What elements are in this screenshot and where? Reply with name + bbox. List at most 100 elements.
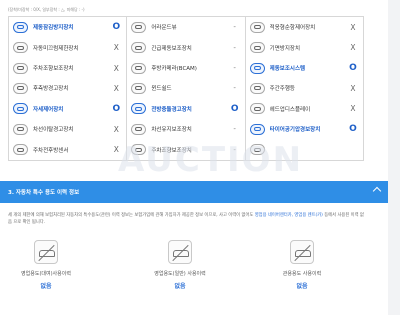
vehicle-history-page: (장착/미장착 : 0/X, 일부장착 : △, 미해당 : -) 제동잠김방지… — [0, 0, 400, 315]
general-vehicle-icon — [168, 240, 192, 264]
government-vehicle-icon — [290, 240, 314, 264]
cruise-control-icon — [131, 62, 147, 74]
option-row: 제동잠김방지장치 O — [9, 17, 126, 37]
option-label: 기면방지장치 — [269, 45, 301, 52]
tire-pressure-icon — [249, 123, 265, 135]
usage-value: 없음 — [174, 283, 186, 290]
option-row: 전방충돌경고장치 O — [127, 99, 244, 119]
option-row: 제동보조시스템 O — [246, 58, 363, 78]
option-status: X — [113, 43, 119, 53]
option-legend: (장착/미장착 : 0/X, 일부장착 : △, 미해당 : -) — [8, 7, 85, 12]
option-label: 제동잠김방지장치 — [33, 25, 74, 32]
option-row: 헤드업디스플레이 X — [246, 99, 363, 119]
airbag-icon — [131, 21, 147, 33]
option-status: - — [233, 64, 236, 73]
options-column: 적응형순항제어장치 X 기면방지장치 X 제동보조시스템 O 주간주행등 X 헤드업디스플레이 X… — [246, 17, 363, 160]
option-status: X — [113, 145, 119, 155]
options-column: 제동잠김방지장치 O 자동미끄럼제한장치 X 주차조향보조장치 X 후측방경고장치 X 자세제어… — [9, 17, 128, 160]
usage-label: 영업용도(일반) 사용이력 — [154, 271, 206, 277]
air-pressure-icon — [249, 42, 265, 54]
option-status: X — [350, 22, 356, 32]
notice-link[interactable]: 영업용 네이버렌터카, 영업용 렌트(카) — [255, 213, 323, 218]
option-status: X — [113, 83, 119, 93]
option-label: 윈드쉴드 — [151, 86, 172, 93]
option-row: 타이어공기압경보장치 O — [246, 119, 363, 139]
option-label: 자세제어장치 — [33, 106, 64, 113]
camera-icon — [13, 103, 28, 115]
option-status: X — [113, 63, 119, 73]
option-row: 차선유지보조장치 - — [127, 119, 244, 139]
option-row: 주차조향보조장치 X — [9, 58, 126, 78]
special-use-notice: 세 개의 제한에 의해 보험처리된 자동차의 특수용도(관련) 이력 정보는 보… — [8, 212, 364, 226]
front-sensor-icon — [13, 144, 28, 156]
option-status: O — [112, 103, 121, 114]
option-label: 적응형순항제어장치 — [269, 25, 316, 32]
option-row: 주간주행등 X — [246, 78, 363, 98]
option-status: - — [233, 84, 236, 93]
section-header-special-use[interactable]: 3. 자동차 특수 용도 이력 정보 — [0, 181, 388, 203]
headlamp-icon — [249, 103, 265, 115]
usage-item-rental: 영업용도(대여)사용이력 없음 — [6, 240, 86, 290]
rear-warning-icon — [13, 82, 28, 94]
option-label: 차선이탈경고장치 — [33, 127, 74, 134]
options-column: 어라운드뷰 - 긴급제동보조장치 - 후방카메라(BCAM) - 윈드쉴드 - 전방충돌경고장치… — [127, 17, 246, 160]
blind-spot-icon — [249, 144, 265, 156]
climate-icon — [249, 21, 265, 33]
chevron-up-icon[interactable] — [372, 186, 382, 196]
option-status: X — [350, 83, 356, 93]
option-label: 전방충돌경고장치 — [151, 106, 192, 113]
parking-camera-icon — [13, 62, 28, 74]
option-row: 윈드쉴드 - — [127, 78, 244, 98]
option-label: 어라운드뷰 — [151, 25, 177, 32]
lane-departure-icon — [13, 123, 28, 135]
usage-item-general: 영업용도(일반) 사용이력 없음 — [140, 240, 220, 290]
tpms-icon — [249, 62, 265, 74]
option-label: 주차조향보조장치 — [151, 147, 192, 154]
lane-keep-icon — [131, 103, 147, 115]
option-status: O — [230, 103, 239, 114]
usage-label: 관용용도 사용이력 — [282, 271, 322, 277]
parking-assist-icon — [249, 82, 265, 94]
option-status: - — [233, 145, 236, 154]
option-row: 적응형순항제어장치 X — [246, 17, 363, 37]
option-row: 어라운드뷰 - — [127, 17, 244, 37]
option-label: 차선유지보조장치 — [151, 127, 192, 134]
content-panel: (장착/미장착 : 0/X, 일부장착 : △, 미해당 : -) 제동잠김방지… — [0, 0, 388, 315]
option-status: O — [349, 124, 357, 135]
option-row: 차선이탈경고장치 X — [9, 119, 126, 139]
option-status: - — [233, 23, 236, 32]
option-label: 후측방경고장치 — [33, 86, 69, 93]
rear-sensor-icon — [131, 144, 147, 156]
option-label: 헤드업디스플레이 — [269, 106, 311, 113]
option-status: O — [349, 63, 357, 74]
usage-item-government: 관용용도 사용이력 없음 — [262, 240, 342, 290]
traction-control-icon — [13, 42, 28, 54]
option-row: 자동미끄럼제한장치 X — [9, 37, 126, 57]
option-label: 후방카메라(BCAM) — [151, 66, 197, 73]
option-row: 주차조향보조장치 - — [127, 140, 244, 160]
option-status: X — [113, 124, 119, 134]
option-label: 제동보조시스템 — [269, 66, 306, 73]
option-label: 긴급제동보조장치 — [151, 45, 192, 52]
option-label: 주간주행등 — [269, 86, 295, 93]
option-row: 후측방경고장치 X — [9, 78, 126, 98]
commercial-vehicle-icon — [34, 240, 58, 264]
option-label: 자동미끄럼제한장치 — [33, 45, 79, 52]
notice-text: 세 개의 제한에 의해 보험처리된 자동차의 특수용도(관련) 이력 정보는 보… — [8, 213, 254, 218]
option-row: 주차전후방센서 X — [9, 140, 126, 160]
option-status: X — [350, 104, 356, 114]
section-title: 3. 자동차 특수 용도 이력 정보 — [8, 190, 80, 196]
usage-label: 영업용도(대여)사용이력 — [21, 271, 71, 277]
option-row: 긴급제동보조장치 - — [127, 37, 244, 57]
hud-icon — [131, 123, 147, 135]
usage-value: 없음 — [40, 283, 52, 290]
abs-icon — [13, 21, 28, 33]
option-label: 주차조향보조장치 — [33, 66, 74, 73]
option-label: 타이어공기압경보장치 — [269, 127, 321, 134]
option-status: O — [112, 22, 121, 33]
option-label: 주차전후방센서 — [33, 147, 69, 154]
option-row: 후방카메라(BCAM) - — [127, 58, 244, 78]
option-status: - — [233, 43, 236, 52]
option-status: - — [233, 125, 236, 134]
option-row — [246, 140, 363, 160]
